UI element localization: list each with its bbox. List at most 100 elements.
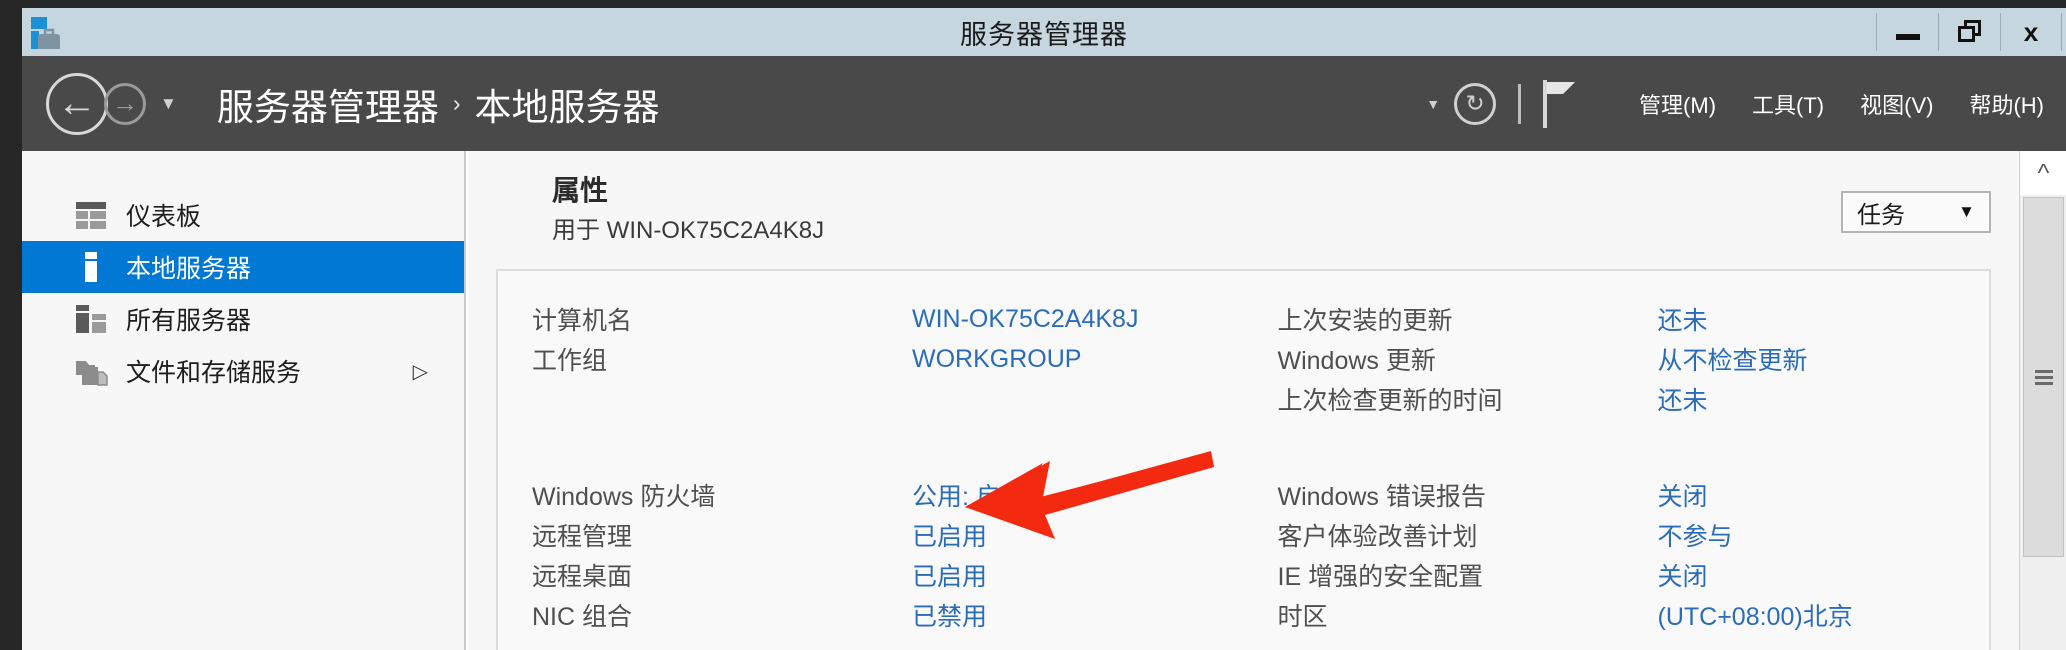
window-frame-top bbox=[0, 0, 2066, 8]
menu-help[interactable]: 帮助(H) bbox=[1969, 88, 2044, 120]
property-value[interactable]: 关闭 bbox=[1658, 557, 1708, 593]
property-key: 远程桌面 bbox=[532, 563, 633, 591]
refresh-icon[interactable]: ↻ bbox=[1454, 82, 1497, 125]
properties-spacer bbox=[532, 379, 1244, 475]
property-row: NIC 组合 已禁用 bbox=[532, 595, 1244, 635]
property-value[interactable]: 公用: 启用 bbox=[912, 477, 1026, 513]
property-value[interactable]: 已启用 bbox=[912, 517, 987, 553]
nav-overflow-chevron-icon[interactable]: ▼ bbox=[1426, 96, 1440, 112]
property-key: 时区 bbox=[1277, 603, 1328, 631]
forward-arrow-icon[interactable]: → bbox=[104, 82, 146, 125]
properties-spacer bbox=[1278, 419, 1990, 475]
property-row: 客户体验改善计划 不参与 bbox=[1278, 515, 1990, 555]
property-row: 时区 (UTC+08:00)北京 bbox=[1278, 595, 1990, 635]
chevron-down-icon: ▼ bbox=[1958, 202, 1975, 221]
property-value[interactable]: 已禁用 bbox=[912, 597, 987, 633]
tasks-button[interactable]: 任务 ▼ bbox=[1841, 191, 1991, 233]
property-value[interactable]: 从不检查更新 bbox=[1658, 341, 1808, 377]
sidebar-item-local-server[interactable]: 本地服务器 bbox=[22, 241, 464, 293]
minimize-button[interactable] bbox=[1876, 13, 1938, 51]
dashboard-icon bbox=[74, 198, 108, 232]
property-row: 上次安装的更新 还未 bbox=[1278, 299, 1990, 339]
property-row: Windows 更新 从不检查更新 bbox=[1278, 339, 1990, 379]
server-manager-window: 服务器管理器 x ← → ▼ 服务器管理器 › 本地服务器 ▼ ↻ 管理(M) … bbox=[0, 0, 2066, 650]
minimize-icon bbox=[1895, 34, 1920, 40]
sidebar-item-label: 仪表板 bbox=[126, 203, 202, 231]
property-value[interactable]: 还未 bbox=[1658, 381, 1708, 417]
sidebar-item-all-servers[interactable]: 所有服务器 bbox=[22, 293, 464, 345]
property-row: Windows 错误报告 关闭 bbox=[1278, 475, 1990, 515]
properties-panel: 计算机名 WIN-OK75C2A4K8J 工作组 WORKGROUP Windo… bbox=[496, 269, 1991, 650]
menu-bar: 管理(M) 工具(T) 视图(V) 帮助(H) bbox=[1603, 88, 2044, 120]
property-row: 上次检查更新的时间 还未 bbox=[1278, 379, 1990, 419]
close-button[interactable]: x bbox=[2000, 13, 2062, 51]
window-title: 服务器管理器 bbox=[960, 19, 1128, 50]
property-value[interactable]: WORKGROUP bbox=[912, 345, 1081, 374]
window-controls: x bbox=[1876, 13, 2062, 53]
scroll-grip-icon bbox=[2034, 367, 2053, 388]
properties-grid: 计算机名 WIN-OK75C2A4K8J 工作组 WORKGROUP Windo… bbox=[498, 299, 1989, 635]
breadcrumb-separator: › bbox=[452, 90, 461, 116]
navigation-bar: ← → ▼ 服务器管理器 › 本地服务器 ▼ ↻ 管理(M) 工具(T) 视图(… bbox=[22, 56, 2066, 151]
property-row: Windows 防火墙 公用: 启用 bbox=[532, 475, 1244, 515]
property-key: 工作组 bbox=[532, 347, 608, 375]
property-key: IE 增强的安全配置 bbox=[1277, 563, 1484, 591]
property-value[interactable]: 已启用 bbox=[912, 557, 987, 593]
property-value[interactable]: 关闭 bbox=[1658, 477, 1708, 513]
properties-header: 属性 用于 WIN-OK75C2A4K8J 任务 ▼ bbox=[468, 151, 2019, 249]
title-bar: 服务器管理器 x bbox=[22, 8, 2066, 56]
sidebar-item-dashboard[interactable]: 仪表板 bbox=[22, 189, 464, 241]
property-value[interactable]: 不参与 bbox=[1658, 517, 1733, 553]
property-key: 客户体验改善计划 bbox=[1277, 523, 1478, 551]
breadcrumb-current[interactable]: 本地服务器 bbox=[475, 77, 660, 131]
sidebar-item-label: 本地服务器 bbox=[126, 255, 252, 283]
nav-arrows: ← → ▼ bbox=[46, 72, 177, 135]
nav-divider bbox=[1518, 83, 1522, 124]
property-key: NIC 组合 bbox=[532, 603, 633, 631]
close-icon: x bbox=[2023, 17, 2039, 47]
file-storage-icon bbox=[74, 354, 108, 388]
local-server-icon bbox=[74, 250, 108, 284]
page-subtitle: 用于 WIN-OK75C2A4K8J bbox=[552, 217, 825, 245]
menu-view[interactable]: 视图(V) bbox=[1860, 88, 1933, 120]
property-key: Windows 错误报告 bbox=[1277, 483, 1486, 511]
scroll-up-button[interactable]: ^ bbox=[2020, 151, 2066, 195]
properties-left-column: 计算机名 WIN-OK75C2A4K8J 工作组 WORKGROUP Windo… bbox=[498, 299, 1244, 635]
property-row: IE 增强的安全配置 关闭 bbox=[1278, 555, 1990, 595]
property-key: 上次检查更新的时间 bbox=[1277, 387, 1503, 415]
property-key: Windows 更新 bbox=[1277, 347, 1436, 375]
sidebar: 仪表板 本地服务器 所有服务器 文件和存储服务 ▷ bbox=[22, 151, 466, 650]
menu-manage[interactable]: 管理(M) bbox=[1639, 88, 1716, 120]
property-row: 工作组 WORKGROUP bbox=[532, 339, 1244, 379]
tasks-button-label: 任务 bbox=[1857, 201, 1905, 229]
property-key: 计算机名 bbox=[532, 307, 633, 335]
property-row: 计算机名 WIN-OK75C2A4K8J bbox=[532, 299, 1244, 339]
property-key: Windows 防火墙 bbox=[532, 483, 716, 511]
restore-button[interactable] bbox=[1938, 13, 2000, 51]
scrollbar-thumb[interactable] bbox=[2023, 197, 2064, 557]
property-key: 远程管理 bbox=[532, 523, 633, 551]
properties-right-column: 上次安装的更新 还未 Windows 更新 从不检查更新 上次检查更新的时间 还… bbox=[1244, 299, 1990, 635]
chevron-right-icon[interactable]: ▷ bbox=[413, 359, 428, 384]
page-title: 属性 bbox=[552, 175, 609, 206]
window-frame-left bbox=[0, 0, 22, 650]
all-servers-icon bbox=[74, 302, 108, 336]
sidebar-item-file-and-storage-services[interactable]: 文件和存储服务 ▷ bbox=[22, 345, 464, 397]
sidebar-item-label: 所有服务器 bbox=[126, 307, 252, 335]
nav-right-group: ▼ ↻ 管理(M) 工具(T) 视图(V) 帮助(H) bbox=[1426, 79, 2044, 128]
scroll-up-icon: ^ bbox=[2037, 158, 2050, 187]
chevron-down-icon[interactable]: ▼ bbox=[160, 94, 177, 114]
breadcrumb: 服务器管理器 › 本地服务器 bbox=[217, 77, 660, 131]
back-arrow-icon[interactable]: ← bbox=[46, 72, 108, 135]
restore-icon bbox=[1957, 20, 1982, 44]
flag-icon[interactable] bbox=[1543, 79, 1577, 128]
property-value[interactable]: (UTC+08:00)北京 bbox=[1658, 597, 1853, 633]
property-value[interactable]: 还未 bbox=[1658, 301, 1708, 337]
scrollbar-track[interactable] bbox=[2020, 195, 2066, 595]
menu-tools[interactable]: 工具(T) bbox=[1752, 88, 1824, 120]
vertical-scrollbar[interactable]: ^ bbox=[2019, 151, 2066, 650]
property-value[interactable]: WIN-OK75C2A4K8J bbox=[912, 305, 1138, 334]
sidebar-item-label: 文件和存储服务 bbox=[126, 359, 302, 387]
breadcrumb-root[interactable]: 服务器管理器 bbox=[217, 77, 439, 131]
property-row: 远程管理 已启用 bbox=[532, 515, 1244, 555]
